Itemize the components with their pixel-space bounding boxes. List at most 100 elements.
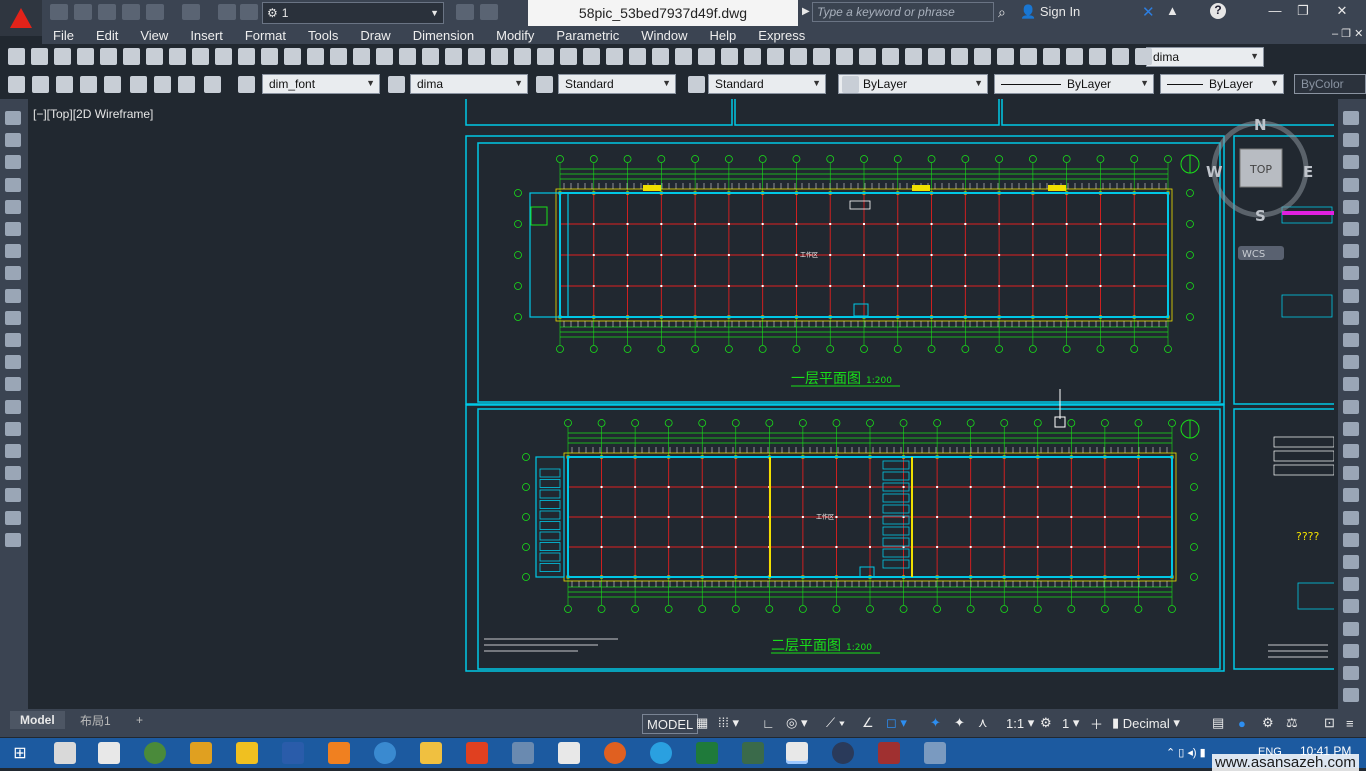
modify-tool-27-icon[interactable]	[1343, 688, 1359, 703]
internet-explorer-icon[interactable]	[374, 742, 396, 764]
property-tool-4-icon[interactable]	[80, 76, 97, 93]
menu-edit[interactable]: Edit	[85, 28, 129, 43]
maximize-button[interactable]: ❐	[1290, 3, 1316, 21]
dim-style-select[interactable]: dima ▼	[1146, 47, 1264, 67]
osnap-icon[interactable]: ∠	[862, 714, 874, 732]
word-icon[interactable]	[282, 742, 304, 764]
draw-tool-5-icon[interactable]	[5, 199, 21, 214]
fullscreen-icon[interactable]: ⊡	[1324, 714, 1335, 732]
draw-tool-16-icon[interactable]	[5, 444, 21, 458]
standard-tool-19-icon[interactable]	[422, 48, 439, 65]
linetype-select[interactable]: ByLayer ▼	[994, 74, 1154, 94]
draw-tool-13-icon[interactable]	[5, 377, 21, 392]
annotation-count-button[interactable]: 1 ▾	[1062, 714, 1079, 732]
menu-file[interactable]: File	[42, 28, 85, 43]
menu-parametric[interactable]: Parametric	[545, 28, 630, 43]
compass-north[interactable]: N	[1254, 116, 1267, 134]
undo-icon[interactable]	[146, 4, 164, 20]
standard-tool-41-icon[interactable]	[928, 48, 945, 65]
standard-tool-33-icon[interactable]	[744, 48, 761, 65]
draw-tool-14-icon[interactable]	[5, 399, 21, 414]
customization-icon[interactable]: ≡	[1346, 714, 1354, 732]
menu-insert[interactable]: Insert	[179, 28, 234, 43]
modify-tool-18-icon[interactable]	[1343, 488, 1359, 503]
standard-tool-31-icon[interactable]	[698, 48, 715, 65]
pdf-icon[interactable]	[558, 742, 580, 764]
standard-tool-20-icon[interactable]	[445, 48, 462, 65]
standard-tool-29-icon[interactable]	[652, 48, 669, 65]
standard-tool-50-icon[interactable]	[1135, 48, 1152, 65]
menu-format[interactable]: Format	[234, 28, 297, 43]
standard-tool-46-icon[interactable]	[1043, 48, 1060, 65]
table-style-select[interactable]: Standard ▼	[558, 74, 676, 94]
modify-tool-25-icon[interactable]	[1343, 643, 1359, 658]
draw-tool-12-icon[interactable]	[5, 355, 21, 370]
modify-tool-23-icon[interactable]	[1343, 599, 1359, 614]
standard-tool-35-icon[interactable]	[790, 48, 807, 65]
standard-tool-28-icon[interactable]	[629, 48, 646, 65]
add-layout-button[interactable]: +	[126, 711, 153, 729]
standard-tool-38-icon[interactable]	[859, 48, 876, 65]
model-space-button[interactable]: MODEL	[642, 714, 699, 734]
standard-tool-17-icon[interactable]	[376, 48, 393, 65]
draw-tool-6-icon[interactable]	[5, 222, 21, 236]
menu-tools[interactable]: Tools	[297, 28, 349, 43]
standard-tool-40-icon[interactable]	[905, 48, 922, 65]
draw-tool-19-icon[interactable]	[5, 510, 21, 525]
modify-tool-12-icon[interactable]	[1343, 355, 1359, 370]
lineweight-select[interactable]: ByLayer ▼	[1160, 74, 1284, 94]
autodesk-app-icon[interactable]: ▲	[1166, 3, 1179, 18]
compass-south[interactable]: S	[1255, 207, 1266, 225]
property-tool-3-icon[interactable]	[56, 76, 73, 93]
menu-draw[interactable]: Draw	[349, 28, 401, 43]
draw-tool-11-icon[interactable]	[5, 333, 21, 347]
modify-tool-20-icon[interactable]	[1343, 532, 1359, 547]
standard-tool-49-icon[interactable]	[1112, 48, 1129, 65]
help-button[interactable]: ?	[1210, 3, 1226, 19]
modify-tool-13-icon[interactable]	[1343, 377, 1359, 392]
workspace-gear-icon[interactable]: ⚙	[1040, 714, 1052, 732]
standard-tool-21-icon[interactable]	[468, 48, 485, 65]
standard-tool-7-icon[interactable]	[146, 48, 163, 65]
draw-tool-7-icon[interactable]	[5, 244, 21, 259]
print-icon[interactable]	[122, 4, 140, 20]
modify-tool-4-icon[interactable]	[1343, 177, 1359, 192]
publish-icon[interactable]	[218, 4, 236, 20]
standard-tool-2-icon[interactable]	[31, 48, 48, 65]
menu-express[interactable]: Express	[747, 28, 816, 43]
annotation-autoscale-icon[interactable]: ✦	[954, 714, 965, 732]
draw-tool-18-icon[interactable]	[5, 488, 21, 503]
modify-tool-6-icon[interactable]	[1343, 222, 1359, 236]
hash-app-icon[interactable]	[190, 742, 212, 764]
isolate-icon[interactable]: ●	[1238, 714, 1246, 732]
start-button[interactable]: ⊞	[0, 738, 40, 768]
draw-tool-8-icon[interactable]	[5, 266, 21, 281]
standard-tool-27-icon[interactable]	[606, 48, 623, 65]
snap-icon[interactable]: ⁞⁞⁞ ▾	[718, 714, 739, 732]
compass-east[interactable]: E	[1303, 163, 1313, 181]
modify-tool-17-icon[interactable]	[1343, 466, 1359, 481]
modify-tool-15-icon[interactable]	[1343, 421, 1359, 436]
modify-tool-2-icon[interactable]	[1343, 133, 1359, 148]
object-snap-icon[interactable]: ◻ ▾	[886, 714, 907, 732]
workspace-select[interactable]: ⚙ 1 ▼	[262, 2, 444, 24]
annotation-scale-button[interactable]: 1:1 ▾	[1006, 714, 1034, 732]
drawing-viewport[interactable]: [−][Top][2D Wireframe] 一层平面图 1:200 二层平面图…	[28, 99, 1334, 709]
doc-window-controls[interactable]: – ❐ ✕	[1332, 27, 1363, 40]
arrow-right-icon[interactable]: ▶	[802, 6, 810, 17]
calculator-icon[interactable]	[98, 742, 120, 764]
property-tool-8-icon[interactable]	[178, 76, 195, 93]
open-icon[interactable]	[74, 4, 92, 20]
modify-tool-26-icon[interactable]	[1343, 666, 1359, 680]
draw-tool-20-icon[interactable]	[5, 532, 21, 547]
units-button[interactable]: ▮ Decimal ▾	[1112, 714, 1180, 732]
minimize-button[interactable]: —	[1262, 3, 1288, 21]
menu-help[interactable]: Help	[699, 28, 748, 43]
standard-tool-45-icon[interactable]	[1020, 48, 1037, 65]
standard-tool-18-icon[interactable]	[399, 48, 416, 65]
annotation-visibility-icon[interactable]: ✦	[930, 714, 941, 732]
modify-tool-11-icon[interactable]	[1343, 333, 1359, 347]
quick-properties-icon[interactable]: ▤	[1212, 714, 1224, 732]
modify-tool-22-icon[interactable]	[1343, 577, 1359, 592]
draw-tool-17-icon[interactable]	[5, 466, 21, 481]
